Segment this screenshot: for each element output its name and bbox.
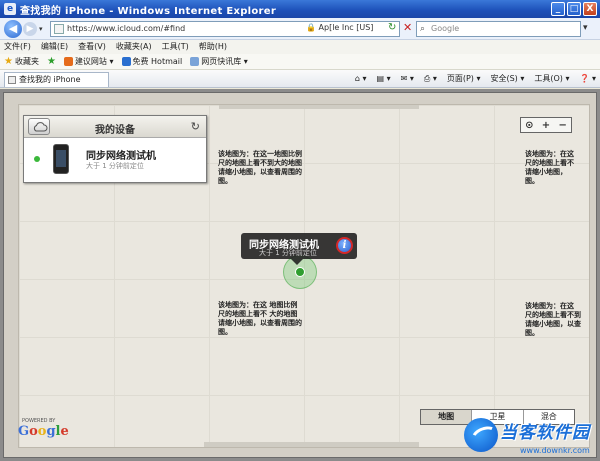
device-name: 同步网络测试机 [86,151,156,162]
online-status-icon [34,156,40,162]
search-input[interactable]: ⌕ Google [416,21,581,37]
watermark-logo-icon [464,418,498,452]
watermark-text: 当客软件园 [500,423,590,443]
page-icon [8,76,16,84]
page-icon [54,24,64,34]
menu-edit[interactable]: 编辑(E) [41,40,68,54]
web-slice-icon [190,57,200,66]
device-row[interactable]: 同步网络测试机 大于 1 分钟前定位 [24,138,206,183]
google-letter: o [29,424,38,439]
menu-help[interactable]: 帮助(H) [199,40,227,54]
tab-find-my-iphone[interactable]: 查找我的 iPhone [4,72,109,87]
menu-bar: 文件(F) 编辑(E) 查看(V) 收藏夹(A) 工具(T) 帮助(H) [0,40,600,54]
security-report[interactable]: 🔒 Ap[le Inc [US] [306,23,373,32]
fav-item-label: 免费 Hotmail [132,57,183,66]
panel-header: 我的设备 ↻ [24,116,206,138]
minimize-button[interactable]: _ [551,2,565,16]
map-zoom-controls: ⊙ + − [520,117,572,133]
lock-icon: 🔒 [306,23,316,32]
location-pin[interactable] [295,267,305,277]
favorites-button[interactable]: ★ 收藏夹 [4,56,39,67]
device-callout[interactable]: 同步网络测试机 大于 1 分钟前定位 i [241,233,357,265]
window-title: 查找我的 iPhone - Windows Internet Explorer [20,5,277,17]
refresh-icon[interactable]: ↻ [388,22,396,33]
menu-favorites[interactable]: 收藏夹(A) [116,40,152,54]
iphone-icon [53,144,69,174]
page-menu[interactable]: 页面(P) ▾ [447,73,481,85]
print-icon[interactable]: ⎙ ▾ [424,73,437,85]
zoom-out-button[interactable]: − [558,120,566,131]
help-menu[interactable]: ❓ ▾ [579,73,596,85]
watermark: 当客软件园 www.downkr.com [460,412,600,461]
callout-subtitle: 大于 1 分钟前定位 [259,249,317,257]
watermark-url: www.downkr.com [520,446,590,455]
map-notice-text: 该地图为：在这 地图比例 尺的地图上看不 大的地图 请缩小地图，以查看周围的 图… [218,301,302,336]
map-notice-text: 该地图为：在这 尺的地图上看不到 请缩小地图，以查 图。 [525,302,581,337]
search-placeholder: Google [431,24,460,33]
map-notice-text: 该地图为：在这 尺的地图上看不 请缩小地图， 图。 [525,150,574,185]
menu-file[interactable]: 文件(F) [4,40,31,54]
stop-icon[interactable]: ✕ [403,21,412,34]
tab-label: 查找我的 iPhone [19,75,81,84]
add-favorite-icon[interactable]: ★ [47,56,56,67]
maximize-button[interactable]: □ [567,2,581,16]
fav-suggested-sites[interactable]: 建议网站 ▾ [63,56,114,67]
suggested-sites-icon [63,57,73,66]
my-devices-panel: 我的设备 ↻ 同步网络测试机 大于 1 分钟前定位 [23,115,207,183]
close-button[interactable]: X [583,2,597,16]
refresh-icon[interactable]: ↻ [191,120,200,133]
mail-icon[interactable]: ✉ ▾ [401,73,414,85]
window-controls: _ □ X [551,2,597,16]
info-icon[interactable]: i [336,237,353,254]
command-bar: ⌂ ▾ ▤ ▾ ✉ ▾ ⎙ ▾ 页面(P) ▾ 安全(S) ▾ 工具(O) ▾ … [355,73,596,85]
map-notice-text: 该地图为：在这一地图比例 尺的地图上看不到大的地图 请缩小地图，以查看周围的 图… [218,150,302,185]
forward-button[interactable]: ▶ [23,22,37,36]
search-icon: ⌕ [420,24,426,34]
google-letter: G [18,424,30,439]
star-icon: ★ [4,56,13,67]
zoom-in-button[interactable]: + [542,120,550,131]
tools-menu[interactable]: 工具(O) ▾ [534,73,569,85]
safety-menu[interactable]: 安全(S) ▾ [490,73,524,85]
url-text: https://www.icloud.com/#find [67,24,186,33]
menu-view[interactable]: 查看(V) [78,40,106,54]
ie-icon: e [4,3,16,15]
fav-item-label: 网页快讯库 ▾ [201,57,248,66]
locate-icon[interactable]: ⊙ [525,120,533,131]
history-dropdown[interactable]: ▾ [39,25,43,33]
favorites-bar: ★ 收藏夹 ★ 建议网站 ▾ 免费 Hotmail 网页快讯库 ▾ [0,54,600,70]
hotmail-icon [121,57,131,66]
tab-bar: 查找我的 iPhone ⌂ ▾ ▤ ▾ ✉ ▾ ⎙ ▾ 页面(P) ▾ 安全(S… [0,70,600,88]
favorites-label: 收藏夹 [14,57,39,66]
google-letter: e [60,424,69,439]
map-tile-seam [219,105,419,109]
search-dropdown[interactable]: ▾ [583,23,588,33]
google-letter: g [46,424,56,439]
address-row: ◀ ▶ ▾ https://www.icloud.com/#find 🔒 Ap[… [0,18,600,40]
panel-title: 我的设备 [95,125,135,136]
home-icon[interactable]: ⌂ ▾ [355,73,367,85]
fav-item-label: 建议网站 ▾ [74,57,114,66]
menu-tools[interactable]: 工具(T) [162,40,189,54]
title-bar: e 查找我的 iPhone - Windows Internet Explore… [0,0,600,18]
back-button[interactable]: ◀ [4,20,22,38]
google-logo: Google [18,424,69,439]
device-status: 大于 1 分钟前定位 [86,162,144,170]
fav-hotmail[interactable]: 免费 Hotmail [121,56,183,67]
fav-web-slices[interactable]: 网页快讯库 ▾ [190,56,248,67]
map-tile-seam [204,442,419,447]
cert-text: Ap[le Inc [US] [318,23,374,32]
feeds-icon[interactable]: ▤ ▾ [376,73,390,85]
